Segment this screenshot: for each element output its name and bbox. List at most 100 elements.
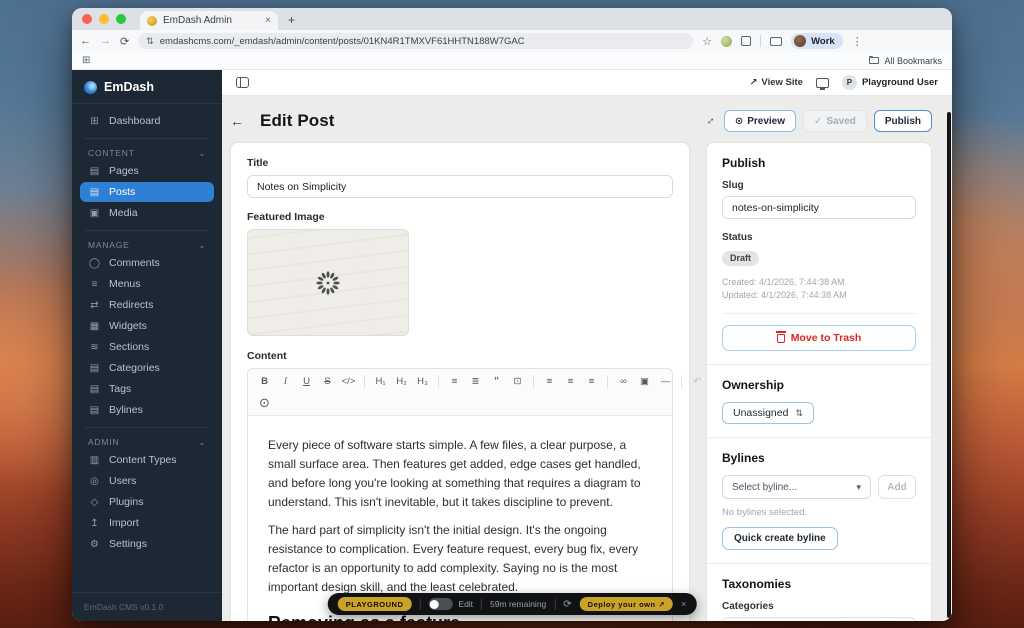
toolbar-button[interactable]: ≡	[560, 373, 581, 390]
sidebar-item[interactable]: ≋ Sections	[80, 337, 214, 357]
sidebar-item-label: Plugins	[109, 496, 144, 508]
toolbar-button[interactable]: </>	[338, 373, 359, 390]
sidebar-item[interactable]: ADMIN ⌄	[80, 434, 214, 449]
toolbar-button[interactable]: ≡	[581, 373, 602, 390]
sidebar-item[interactable]	[84, 138, 210, 139]
forward-icon[interactable]: →	[100, 35, 111, 47]
sidebar-item[interactable]: CONTENT ⌄	[80, 145, 214, 160]
toolbar-button[interactable]: H₁	[370, 373, 391, 390]
sidebar-item[interactable]: MANAGE ⌄	[80, 237, 214, 252]
sidebar-item[interactable]: ◯ Comments	[80, 253, 214, 273]
toolbar-button[interactable]: ≡	[444, 373, 465, 390]
toolbar-button[interactable]: ∞	[613, 373, 634, 390]
tab-share-icon[interactable]	[770, 36, 783, 46]
extension-icon[interactable]	[721, 35, 733, 47]
featured-image[interactable]	[247, 229, 409, 336]
sidebar-item[interactable]: ⚙ Settings	[80, 534, 214, 554]
toolbar-button[interactable]: H₃	[412, 373, 433, 390]
sidebar-item[interactable]: ▤ Tags	[80, 379, 214, 399]
user-menu[interactable]: P Playground User	[841, 75, 938, 90]
deploy-button[interactable]: Deploy your own ↗	[579, 597, 673, 611]
browser-menu-icon[interactable]: ⋮	[852, 35, 863, 48]
browser-tab[interactable]: EmDash Admin ×	[140, 11, 278, 30]
tune-icon[interactable]: ⇅	[146, 36, 154, 47]
sidebar-item-label: Sections	[109, 341, 150, 353]
brand[interactable]: EmDash	[72, 70, 222, 104]
toolbar-button[interactable]: ⊡	[507, 373, 528, 390]
toolbar-button[interactable]	[533, 375, 534, 388]
title-input[interactable]	[247, 175, 673, 198]
sidebar-item[interactable]	[84, 427, 210, 428]
toolbar-button[interactable]	[607, 375, 608, 388]
monitor-icon[interactable]	[815, 77, 829, 90]
sidebar-item[interactable]: ▤ Categories	[80, 358, 214, 378]
close-icon[interactable]: ×	[681, 599, 686, 609]
toolbar-button[interactable]: ≡	[539, 373, 560, 390]
collapse-sidebar-icon[interactable]	[236, 77, 249, 88]
address-bar[interactable]: ⇅ emdashcms.com/_emdash/admin/content/po…	[138, 33, 694, 49]
external-link-icon: ↗	[658, 599, 665, 609]
toolbar-button[interactable]: ▣	[634, 373, 655, 390]
sidebar-item[interactable]: ▤ Bylines	[80, 400, 214, 420]
created-timestamp: Created: 4/1/2026, 7:44:38 AM	[722, 277, 845, 287]
toolbar-button[interactable]: —	[655, 373, 676, 390]
preview-button[interactable]: ⊙ Preview	[723, 110, 797, 132]
sidebar-item-label: Bylines	[109, 404, 143, 416]
add-byline-button[interactable]: Add	[878, 475, 916, 499]
slug-input[interactable]	[722, 196, 916, 219]
toolbar-button[interactable]	[364, 375, 365, 388]
sidebar-item[interactable]: ▤ Pages	[80, 161, 214, 181]
new-tab-button[interactable]: +	[288, 13, 295, 27]
profile-chip[interactable]: Work	[791, 33, 843, 49]
toolbar-button[interactable]: S	[317, 373, 338, 390]
editor-body[interactable]: Every piece of software starts simple. A…	[247, 416, 673, 621]
quick-create-byline-button[interactable]: Quick create byline	[722, 527, 838, 550]
all-bookmarks[interactable]: All Bookmarks	[869, 56, 942, 66]
sidebar-item[interactable]: ◎ Users	[80, 471, 214, 491]
sidebar-item-label: Users	[109, 475, 137, 487]
extensions-puzzle-icon[interactable]	[741, 36, 752, 46]
back-arrow-icon[interactable]: ←	[230, 113, 244, 129]
sidebar-item[interactable]: ▤ Posts	[80, 182, 214, 202]
url-text: emdashcms.com/_emdash/admin/content/post…	[159, 35, 525, 47]
toolbar-button[interactable]: I	[275, 373, 296, 390]
toolbar-button[interactable]	[681, 375, 682, 388]
sidebar-item[interactable]: ⇄ Redirects	[80, 295, 214, 315]
sidebar-item-label: Comments	[109, 257, 160, 269]
sidebar-item[interactable]: ▣ Media	[80, 203, 214, 223]
apps-grid-icon[interactable]: ⊞	[82, 55, 90, 66]
toolbar-button[interactable]: H₂	[391, 373, 412, 390]
edit-toggle[interactable]	[428, 598, 453, 610]
toolbar-button[interactable]: ⊙	[254, 394, 275, 411]
byline-select[interactable]: Select byline... ▾	[722, 475, 871, 499]
minimize-window-button[interactable]	[99, 13, 109, 24]
sidebar-item[interactable]	[84, 230, 210, 231]
toolbar-button[interactable]: B	[254, 373, 275, 390]
sidebar-item-label: Dashboard	[109, 115, 161, 127]
refresh-icon[interactable]: ⟳	[563, 599, 571, 610]
chevron-down-icon: ⌄	[198, 437, 206, 447]
toolbar-button[interactable]: ↶	[687, 373, 708, 390]
tab-close-icon[interactable]: ×	[265, 15, 271, 26]
sidebar-item[interactable]: ▦ Widgets	[80, 316, 214, 336]
back-icon[interactable]: ←	[80, 35, 91, 47]
view-site-button[interactable]: ↗ View Site	[749, 77, 803, 88]
toolbar-button[interactable]: U	[296, 373, 317, 390]
sidebar-item[interactable]: ≡ Menus	[80, 274, 214, 294]
close-window-button[interactable]	[82, 13, 92, 24]
bookmark-star-icon[interactable]: ☆	[702, 35, 712, 48]
toolbar-button[interactable]	[438, 375, 439, 388]
scrollbar-thumb[interactable]	[947, 112, 951, 618]
sidebar-item[interactable]: ▥ Content Types	[80, 450, 214, 470]
sidebar-item[interactable]: ⊞ Dashboard	[80, 111, 214, 131]
reload-icon[interactable]: ⟳	[120, 35, 129, 48]
sidebar-item[interactable]: ↥ Import	[80, 513, 214, 533]
toolbar-button[interactable]: ≣	[465, 373, 486, 390]
ownership-select[interactable]: Unassigned ⇅	[722, 402, 814, 424]
toolbar-button[interactable]: ”	[486, 373, 507, 390]
sidebar-item[interactable]: ◇ Plugins	[80, 492, 214, 512]
publish-button[interactable]: Publish	[873, 110, 932, 132]
move-to-trash-button[interactable]: Move to Trash	[722, 325, 916, 351]
maximize-window-button[interactable]	[116, 13, 126, 24]
expand-icon[interactable]: ↕	[705, 115, 717, 127]
